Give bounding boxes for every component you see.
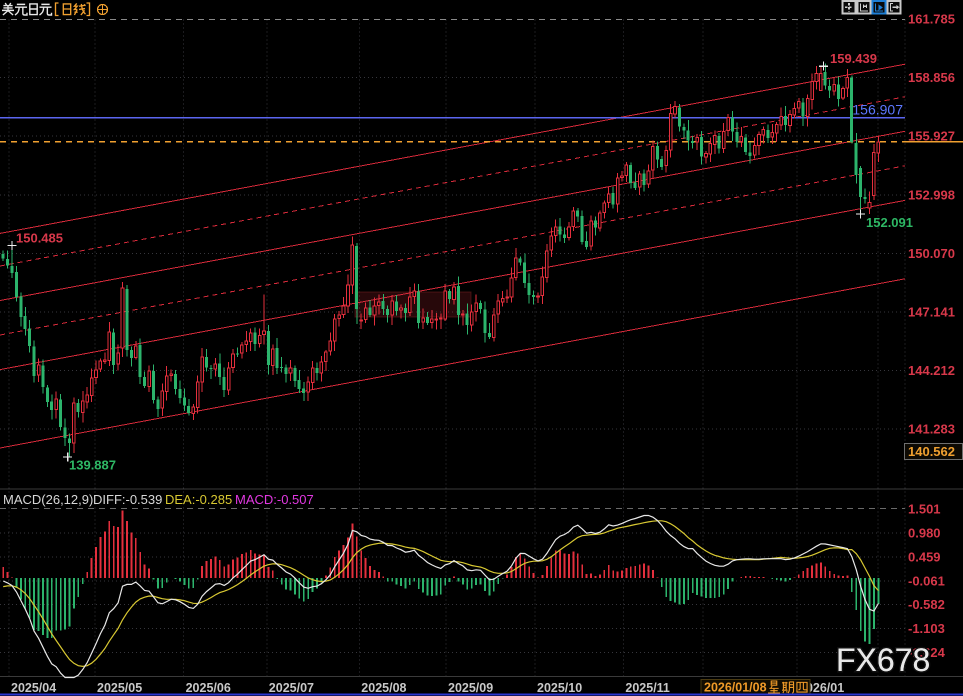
svg-text:152.998: 152.998 <box>908 187 955 202</box>
svg-text:2025/08: 2025/08 <box>361 681 406 695</box>
svg-text:147.141: 147.141 <box>908 304 955 319</box>
svg-text:2025/05: 2025/05 <box>97 681 142 695</box>
svg-text:161.785: 161.785 <box>908 12 955 27</box>
svg-text:0.980: 0.980 <box>908 526 941 541</box>
svg-text:152.091: 152.091 <box>866 215 913 230</box>
svg-text:MACD:-0.507: MACD:-0.507 <box>235 492 314 507</box>
svg-text:159.439: 159.439 <box>830 51 877 66</box>
svg-text:2025/09: 2025/09 <box>448 681 493 695</box>
svg-text:2026/01/08: 2026/01/08 <box>704 681 767 695</box>
svg-text:DIFF:-0.539: DIFF:-0.539 <box>93 492 162 507</box>
svg-text:FX678: FX678 <box>836 642 930 678</box>
svg-text:140.562: 140.562 <box>908 444 955 459</box>
svg-text:141.283: 141.283 <box>908 422 955 437</box>
svg-text:DEA:-0.285: DEA:-0.285 <box>165 492 232 507</box>
svg-text:150.485: 150.485 <box>16 231 63 246</box>
svg-text:-0.582: -0.582 <box>908 597 945 612</box>
svg-text:2025/11: 2025/11 <box>625 681 670 695</box>
svg-text:158.856: 158.856 <box>908 70 955 85</box>
svg-text:144.212: 144.212 <box>908 363 955 378</box>
svg-text:MACD(26,12,9): MACD(26,12,9) <box>3 492 93 507</box>
svg-text:2025/10: 2025/10 <box>537 681 582 695</box>
svg-text:155.927: 155.927 <box>908 129 955 144</box>
svg-text:2025/04: 2025/04 <box>11 681 56 695</box>
svg-text:2025/06: 2025/06 <box>186 681 231 695</box>
svg-text:-1.103: -1.103 <box>908 621 945 636</box>
svg-text:-0.061: -0.061 <box>908 573 945 588</box>
svg-text:156.907: 156.907 <box>852 102 903 118</box>
svg-text:139.887: 139.887 <box>69 458 116 473</box>
svg-text:0.459: 0.459 <box>908 549 941 564</box>
svg-text:150.070: 150.070 <box>908 246 955 261</box>
svg-text:1.501: 1.501 <box>908 502 941 517</box>
svg-text:2025/07: 2025/07 <box>269 681 314 695</box>
